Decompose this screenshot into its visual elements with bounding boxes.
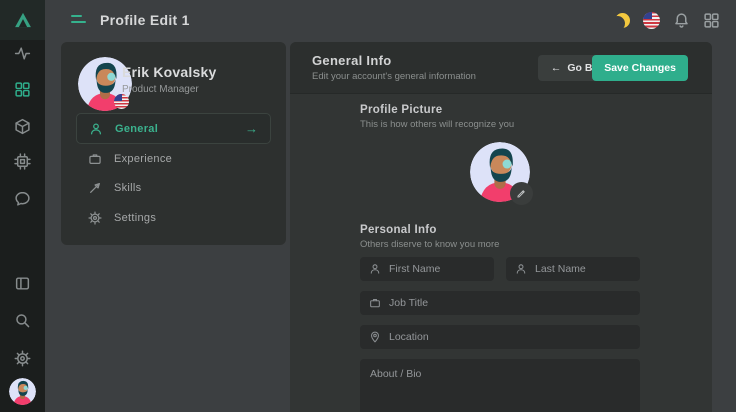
briefcase-icon: [88, 152, 102, 166]
first-name-field[interactable]: [360, 257, 494, 281]
general-info-panel: General Info Edit your account's general…: [290, 42, 712, 412]
language-flag-us-icon[interactable]: [643, 12, 660, 29]
search-icon[interactable]: [14, 312, 31, 329]
last-name-field[interactable]: [506, 257, 640, 281]
nav-item-skills[interactable]: Skills: [88, 178, 268, 198]
nav-item-label: Skills: [114, 182, 141, 194]
avatar-flag-badge-icon: [114, 94, 129, 109]
apps-grid-icon[interactable]: [703, 12, 720, 29]
profile-picture-subtitle: This is how others will recognize you: [360, 119, 514, 130]
layout-icon[interactable]: [14, 275, 31, 292]
nav-item-label: General: [115, 123, 158, 135]
pencil-edit-icon: [516, 188, 527, 199]
last-name-input[interactable]: [535, 263, 631, 275]
cpu-icon[interactable]: [14, 153, 31, 170]
personal-info-subtitle: Others diserve to know you more: [360, 239, 499, 250]
triangle-logo-icon: [13, 10, 33, 30]
user-name: Erik Kovalsky: [122, 64, 216, 80]
package-icon[interactable]: [14, 118, 31, 135]
pen-icon: [88, 181, 102, 195]
user-icon: [369, 263, 381, 275]
section-title: General Info: [312, 53, 391, 68]
activity-icon[interactable]: [14, 45, 31, 62]
arrow-right-icon: →: [245, 121, 258, 136]
personal-info-title: Personal Info: [360, 224, 437, 236]
location-input[interactable]: [389, 331, 631, 343]
nav-item-settings[interactable]: Settings: [88, 208, 268, 228]
user-icon: [515, 263, 527, 275]
panel-header: General Info Edit your account's general…: [290, 42, 712, 94]
nav-item-label: Experience: [114, 153, 172, 165]
map-pin-icon: [369, 331, 381, 343]
app-logo[interactable]: [0, 0, 45, 40]
hamburger-menu-icon[interactable]: [71, 14, 87, 26]
job-title-field[interactable]: [360, 291, 640, 315]
profile-nav-card: Erik Kovalsky Product Manager General → …: [61, 42, 286, 245]
profile-picture: [470, 142, 530, 202]
left-icon-rail: [0, 0, 45, 412]
rail-user-avatar[interactable]: [9, 378, 36, 405]
gear-icon: [88, 211, 102, 225]
page-title: Profile Edit 1: [100, 12, 190, 28]
profile-picture-title: Profile Picture: [360, 104, 442, 116]
edit-avatar-button[interactable]: [510, 182, 533, 205]
user-role: Product Manager: [122, 84, 199, 95]
job-title-input[interactable]: [389, 297, 631, 309]
dark-mode-moon-icon[interactable]: [615, 13, 630, 28]
location-field[interactable]: [360, 325, 640, 349]
topbar: Profile Edit 1: [45, 0, 736, 40]
nav-item-experience[interactable]: Experience: [88, 149, 268, 169]
user-icon: [89, 122, 103, 136]
notifications-bell-icon[interactable]: [673, 12, 690, 29]
chat-icon[interactable]: [14, 190, 31, 207]
about-bio-textarea[interactable]: [360, 359, 640, 412]
settings-gear-icon[interactable]: [14, 350, 31, 367]
arrow-left-icon: ←: [551, 62, 562, 74]
first-name-input[interactable]: [389, 263, 485, 275]
nav-item-label: Settings: [114, 212, 156, 224]
section-subtitle: Edit your account's general information: [312, 71, 476, 82]
nav-item-general[interactable]: General →: [76, 113, 271, 144]
dashboard-grid-icon[interactable]: [14, 81, 31, 98]
save-changes-button[interactable]: Save Changes: [592, 55, 688, 81]
briefcase-icon: [369, 297, 381, 309]
